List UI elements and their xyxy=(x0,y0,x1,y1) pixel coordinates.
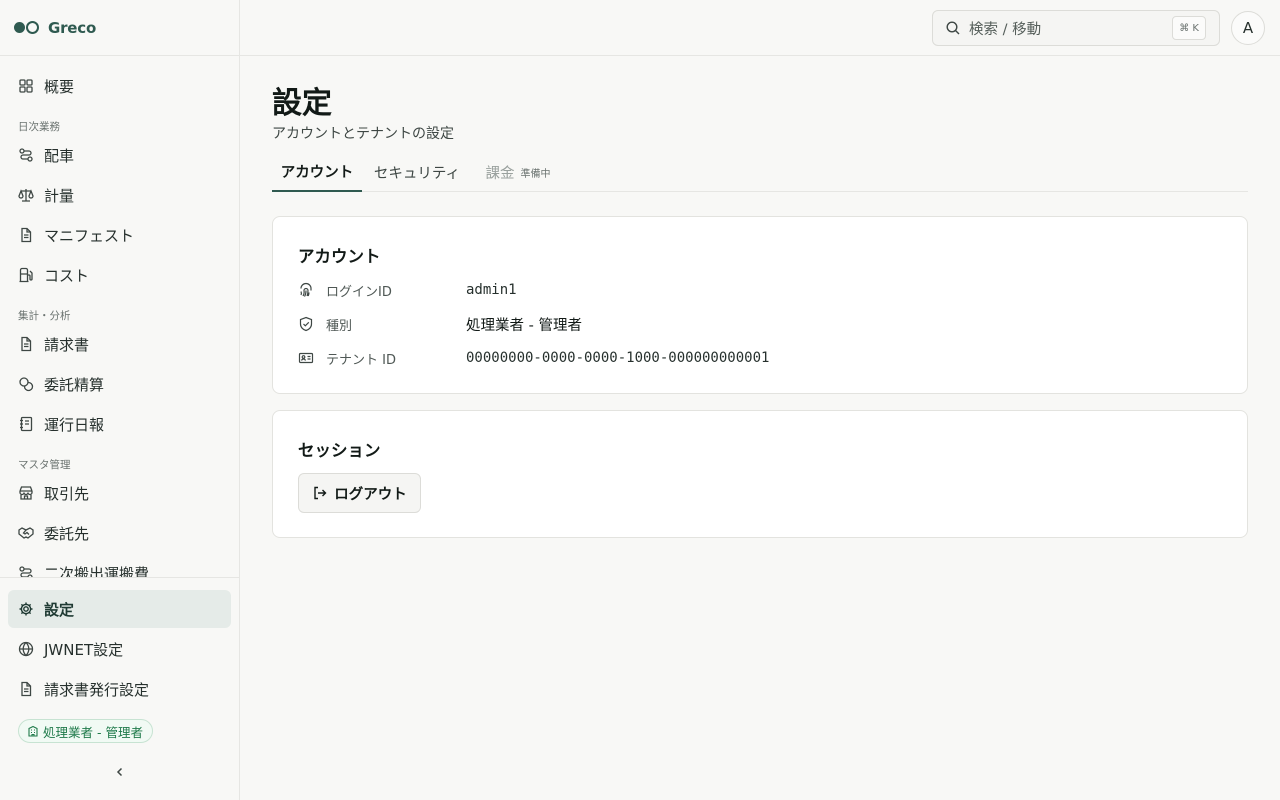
search-icon xyxy=(946,21,960,35)
sidebar-item-label: 運行日報 xyxy=(44,415,105,434)
role-badge: 処理業者 - 管理者 xyxy=(18,719,153,743)
section-label-daily: 日次業務 xyxy=(18,121,60,133)
brand[interactable]: Greco xyxy=(0,0,239,56)
scale-icon xyxy=(18,187,34,203)
logout-icon xyxy=(314,486,327,500)
tab-security[interactable]: セキュリティ xyxy=(372,152,462,192)
sidebar-footer: 設定 JWNET設定 請求書発行設定 処理業者 - 管理者 xyxy=(0,577,239,800)
sidebar-item-label: 設定 xyxy=(44,600,75,619)
dashboard-icon xyxy=(18,78,34,94)
sidebar-item-label: 二次搬出運搬費 xyxy=(44,564,150,578)
route-icon xyxy=(18,565,34,577)
account-type-value: 処理業者 - 管理者 xyxy=(466,317,582,334)
row-label: テナント ID xyxy=(326,352,396,368)
sidebar-item-overview[interactable]: 概要 xyxy=(8,67,231,105)
sidebar-item-clients[interactable]: 取引先 xyxy=(8,474,231,512)
document-icon xyxy=(18,681,34,697)
sidebar-item-invoice[interactable]: 請求書 xyxy=(8,325,231,363)
logo-icon xyxy=(14,21,39,34)
fuel-icon xyxy=(18,267,34,283)
sidebar-item-cost[interactable]: コスト xyxy=(8,256,231,294)
session-card: セッション ログアウト xyxy=(272,410,1248,538)
session-card-title: セッション xyxy=(298,441,381,460)
store-icon xyxy=(18,485,34,501)
sidebar-item-label: マニフェスト xyxy=(44,226,135,245)
page-subtitle: アカウントとテナントの設定 xyxy=(272,126,454,142)
row-label: ログインID xyxy=(326,284,392,300)
sidebar-item-label: 概要 xyxy=(44,77,75,96)
logout-label: ログアウト xyxy=(334,486,407,503)
sidebar-item-manifest[interactable]: マニフェスト xyxy=(8,216,231,254)
tab-account[interactable]: アカウント xyxy=(272,152,362,192)
sidebar-item-secondary-transport[interactable]: 二次搬出運搬費 xyxy=(8,554,231,577)
section-label-analysis: 集計・分析 xyxy=(18,310,71,322)
role-badge-label: 処理業者 - 管理者 xyxy=(43,724,143,740)
account-card: アカウント ログインID admin1 種別 処理業者 - 管理者 テナント I… xyxy=(272,216,1248,394)
sidebar-item-jwnet-settings[interactable]: JWNET設定 xyxy=(8,630,231,668)
settings-tabs: アカウント セキュリティ 課金 準備中 xyxy=(272,152,1248,192)
id-card-icon xyxy=(298,350,314,366)
route-icon xyxy=(18,147,34,163)
tab-label: アカウント xyxy=(280,164,354,181)
document-icon xyxy=(18,227,34,243)
handshake-icon xyxy=(18,525,34,541)
sidebar-item-label: 請求書発行設定 xyxy=(44,680,150,699)
tab-billing: 課金 準備中 xyxy=(474,152,562,192)
collapse-sidebar-button[interactable] xyxy=(110,762,130,782)
fingerprint-icon xyxy=(298,282,314,298)
topbar: 検索 / 移動 ⌘ K A xyxy=(240,0,1280,56)
sidebar-item-label: 委託精算 xyxy=(44,375,105,394)
sidebar-item-invoice-settings[interactable]: 請求書発行設定 xyxy=(8,670,231,708)
row-label: 種別 xyxy=(326,318,353,334)
sidebar-item-contractors[interactable]: 委託先 xyxy=(8,514,231,552)
tenant-id-value: 00000000-0000-0000-1000-000000000001 xyxy=(466,350,770,366)
sidebar-item-label: 配車 xyxy=(44,146,75,165)
tenant-id-row: テナント ID 00000000-0000-0000-1000-00000000… xyxy=(298,347,769,369)
page-title: 設定 xyxy=(272,86,332,121)
search-placeholder: 検索 / 移動 xyxy=(969,21,1042,38)
coming-soon-label: 準備中 xyxy=(520,168,551,180)
tab-label: 課金 xyxy=(485,165,515,182)
sidebar-item-weighing[interactable]: 計量 xyxy=(8,176,231,214)
sidebar-item-label: 委託先 xyxy=(44,524,90,543)
notebook-icon xyxy=(18,416,34,432)
logout-button[interactable]: ログアウト xyxy=(298,473,421,513)
section-label-master: マスタ管理 xyxy=(18,459,71,471)
login-id-value: admin1 xyxy=(466,282,517,298)
globe-icon xyxy=(18,641,34,657)
document-icon xyxy=(18,336,34,352)
account-card-title: アカウント xyxy=(298,247,381,266)
sidebar-item-label: 計量 xyxy=(44,186,75,205)
sidebar: Greco 概要 日次業務 配車 計量 マニフェスト コスト 集計・分析 請求書… xyxy=(0,0,240,800)
coins-icon xyxy=(18,376,34,392)
shortcut-hint: ⌘ K xyxy=(1172,16,1206,40)
sidebar-item-label: コスト xyxy=(44,266,90,285)
search-input[interactable]: 検索 / 移動 ⌘ K xyxy=(932,10,1220,46)
gear-icon xyxy=(18,601,34,617)
chevron-left-icon xyxy=(116,767,123,777)
brand-name: Greco xyxy=(48,18,97,37)
avatar[interactable]: A xyxy=(1231,11,1265,45)
tab-label: セキュリティ xyxy=(373,165,461,182)
login-id-row: ログインID admin1 xyxy=(298,279,517,301)
sidebar-item-dispatch[interactable]: 配車 xyxy=(8,136,231,174)
sidebar-item-label: 請求書 xyxy=(44,335,90,354)
sidebar-nav[interactable]: 概要 日次業務 配車 計量 マニフェスト コスト 集計・分析 請求書 委託精算 … xyxy=(0,57,239,577)
building-icon xyxy=(28,725,38,737)
sidebar-item-label: JWNET設定 xyxy=(44,640,124,659)
shield-check-icon xyxy=(298,316,314,332)
sidebar-item-settings[interactable]: 設定 xyxy=(8,590,231,628)
account-type-row: 種別 処理業者 - 管理者 xyxy=(298,313,582,335)
sidebar-item-consignment-settlement[interactable]: 委託精算 xyxy=(8,365,231,403)
sidebar-item-daily-report[interactable]: 運行日報 xyxy=(8,405,231,443)
sidebar-item-label: 取引先 xyxy=(44,484,90,503)
